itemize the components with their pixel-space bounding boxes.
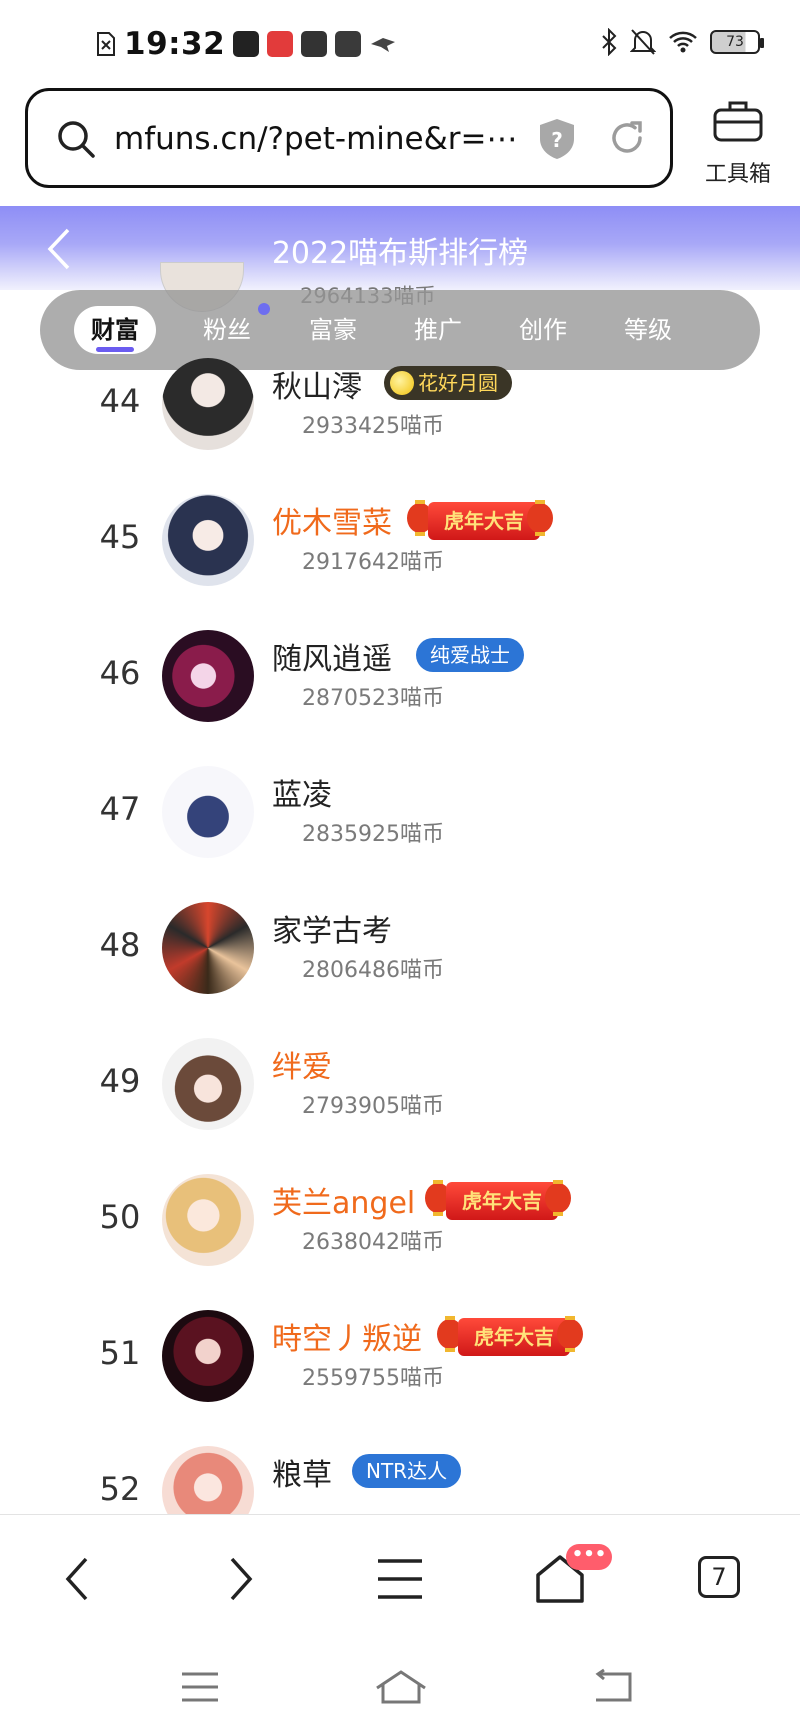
user-name[interactable]: 秋山澪 (272, 362, 362, 406)
reload-icon[interactable] (606, 117, 648, 159)
sim-icon (97, 32, 115, 56)
back-icon[interactable] (50, 1549, 110, 1609)
soul-app-icon (301, 31, 328, 57)
rank-row[interactable]: 52 粮草 NTR达人 (0, 1424, 800, 1514)
rank-number: 48 (99, 926, 141, 964)
rank-number: 52 (99, 1470, 141, 1508)
avatar (162, 630, 254, 722)
mute-icon (630, 29, 656, 55)
rank-row[interactable]: 48 家学古考 2806486喵币 (0, 880, 800, 1016)
status-time: 19:32 (124, 26, 226, 62)
bird-app-icon (371, 38, 396, 52)
toolbox-button[interactable]: 工具箱 (698, 94, 778, 190)
lantern-icon (527, 500, 553, 536)
avatar (162, 494, 254, 586)
coins-amount: 2870523喵币 (302, 686, 444, 711)
rank-number: 50 (99, 1198, 141, 1236)
menu-icon[interactable] (370, 1549, 430, 1609)
red-app-icon (267, 31, 294, 57)
system-back-icon[interactable] (590, 1668, 634, 1706)
title-badge: 虎年大吉 (428, 502, 540, 540)
coins-amount: 2638042喵币 (302, 1230, 444, 1255)
recent-apps-icon[interactable] (180, 1670, 220, 1704)
tab-notification-dot (258, 303, 270, 315)
rank-row[interactable]: 44 秋山澪 花好月圆 2933425喵币 (0, 336, 800, 472)
user-name[interactable]: 家学古考 (272, 906, 392, 950)
title-badge: 花好月圆 (384, 366, 512, 400)
avatar (162, 1310, 254, 1402)
user-name[interactable]: 芙兰angel (272, 1178, 415, 1222)
user-name[interactable]: 绊爱 (272, 1042, 332, 1086)
title-badge: 纯爱战士 (416, 638, 524, 672)
system-nav-bar (0, 1642, 800, 1733)
svg-text:?: ? (551, 128, 563, 152)
url-text[interactable]: mfuns.cn/?pet-mine&r=⋯ (114, 113, 534, 165)
rank-number: 45 (99, 518, 141, 556)
rank-number: 44 (99, 382, 141, 420)
lantern-icon (545, 1180, 571, 1216)
user-name[interactable]: 蓝凌 (272, 770, 332, 814)
battery-icon: 73 (710, 30, 764, 54)
system-home-icon[interactable] (374, 1668, 428, 1706)
rank-row[interactable]: 46 随风逍遥 纯爱战士 2870523喵币 (0, 608, 800, 744)
title-badge: 虎年大吉 (446, 1182, 558, 1220)
forward-icon[interactable] (210, 1549, 270, 1609)
security-shield-icon[interactable]: ? (538, 117, 576, 161)
bluetooth-icon (602, 28, 617, 56)
avatar (162, 1174, 254, 1266)
avatar (162, 766, 254, 858)
lantern-icon (557, 1316, 583, 1352)
user-name[interactable]: 時空丿叛逆 (272, 1314, 422, 1358)
status-bar: 19:32 73 (0, 0, 800, 86)
notification-badge: ••• (566, 1544, 612, 1570)
user-name[interactable]: 优木雪菜 (272, 498, 392, 542)
coins-amount: 2917642喵币 (302, 550, 444, 575)
coins-amount: 2793905喵币 (302, 1094, 444, 1119)
user-name[interactable]: 粮草 (272, 1450, 332, 1494)
toolbox-label: 工具箱 (704, 162, 771, 187)
rank-row[interactable]: 45 优木雪菜 虎年大吉 2917642喵币 (0, 472, 800, 608)
rank-number: 46 (99, 654, 141, 692)
rank-number: 47 (99, 790, 141, 828)
wifi-icon (669, 31, 697, 53)
rank-number: 49 (99, 1062, 141, 1100)
page-header: 2022喵布斯排行榜 (0, 206, 800, 290)
avatar (162, 902, 254, 994)
coins-amount: 2559755喵币 (302, 1366, 444, 1391)
title-badge: 虎年大吉 (458, 1318, 570, 1356)
page-title: 2022喵布斯排行榜 (271, 236, 529, 271)
user-name[interactable]: 随风逍遥 (272, 634, 392, 678)
coins-amount: 2835925喵币 (302, 822, 444, 847)
rank-row[interactable]: 51 時空丿叛逆 虎年大吉 2559755喵币 (0, 1288, 800, 1424)
mail-app-icon (335, 31, 362, 57)
tab-count-button[interactable]: 7 (698, 1556, 740, 1598)
avatar (162, 1038, 254, 1130)
coins-amount: 2806486喵币 (302, 958, 444, 983)
rank-row[interactable]: 50 芙兰angel 虎年大吉 2638042喵币 (0, 1152, 800, 1288)
title-badge: NTR达人 (352, 1454, 462, 1488)
address-bar[interactable]: mfuns.cn/?pet-mine&r=⋯ ? (25, 88, 673, 188)
rank-row[interactable]: 49 绊爱 2793905喵币 (0, 1016, 800, 1152)
avatar (162, 358, 254, 450)
coins-amount: 2933425喵币 (302, 414, 444, 439)
k-app-icon (233, 31, 260, 57)
rank-row[interactable]: 47 蓝凌 2835925喵币 (0, 744, 800, 880)
toolbox-icon (713, 101, 763, 142)
browser-bottom-nav (0, 1514, 800, 1642)
rank-number: 51 (99, 1334, 141, 1372)
search-icon (58, 121, 95, 158)
avatar (162, 1446, 254, 1514)
